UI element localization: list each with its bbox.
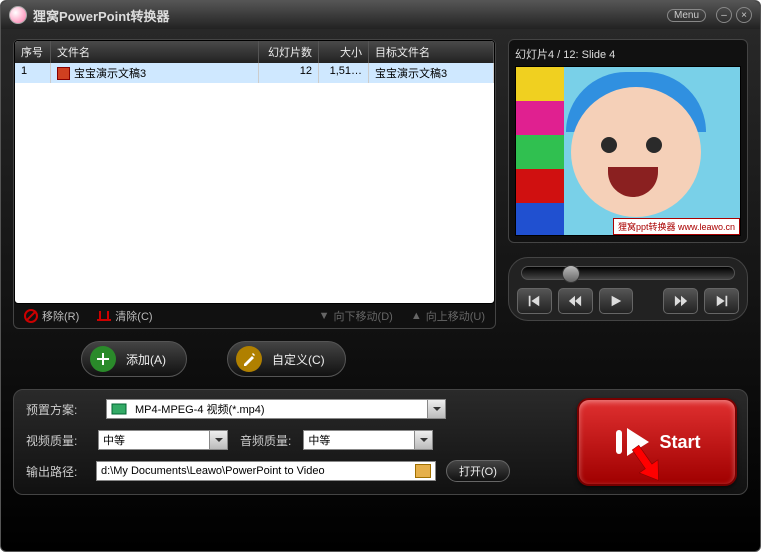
clear-icon [97, 311, 111, 321]
dropdown-icon[interactable] [414, 431, 432, 449]
open-button[interactable]: 打开(O) [446, 460, 510, 482]
cell-target: 宝宝演示文稿3 [369, 63, 494, 83]
settings-panel: 预置方案: MP4-MPEG-4 视频(*.mp4) 设置(S) 视频质量: 中… [13, 389, 748, 495]
move-down-button[interactable]: ▼ 向下移动(D) [319, 308, 393, 324]
file-list-panel: 序号 文件名 幻灯片数 大小 目标文件名 1 宝宝演示文稿3 12 1,51… … [13, 39, 496, 329]
cell-slides: 12 [259, 63, 319, 83]
remove-button[interactable]: 移除(R) [24, 308, 79, 324]
preview-image: 狸窝ppt转换器 www.leawo.cn [515, 66, 741, 236]
table-header: 序号 文件名 幻灯片数 大小 目标文件名 [15, 41, 494, 63]
cell-filename-text: 宝宝演示文稿3 [74, 65, 146, 81]
preview-label: 幻灯片4 / 12: Slide 4 [515, 46, 741, 66]
next-button[interactable] [663, 288, 698, 314]
profile-combo[interactable]: MP4-MPEG-4 视频(*.mp4) [106, 399, 446, 419]
video-quality-label: 视频质量: [26, 432, 86, 449]
col-slides[interactable]: 幻灯片数 [259, 41, 319, 63]
col-target[interactable]: 目标文件名 [369, 41, 494, 63]
start-button[interactable]: Start [577, 398, 737, 486]
prev-button[interactable] [558, 288, 593, 314]
cell-index: 1 [15, 63, 51, 83]
list-toolbar: 移除(R) 清除(C) ▼ 向下移动(D) ▲ 向上移动(U) [14, 304, 495, 328]
mp4-icon [111, 401, 127, 417]
profile-label: 预置方案: [26, 401, 96, 418]
output-path-value: d:\My Documents\Leawo\PowerPoint to Vide… [97, 465, 411, 477]
col-filename[interactable]: 文件名 [51, 41, 259, 63]
ppt-file-icon [57, 67, 70, 80]
dropdown-icon[interactable] [209, 431, 227, 449]
minimize-button[interactable]: – [716, 7, 732, 23]
table-row[interactable]: 1 宝宝演示文稿3 12 1,51… 宝宝演示文稿3 [15, 63, 494, 83]
titlebar: 狸窝PowerPoint转换器 Menu – × [1, 1, 760, 29]
video-quality-value: 中等 [99, 432, 209, 448]
preview-panel: 幻灯片4 / 12: Slide 4 狸窝ppt转换器 www.leawo.cn [508, 39, 748, 329]
add-icon [90, 346, 116, 372]
seek-thumb[interactable] [562, 265, 580, 283]
mid-buttons: 添加(A) 自定义(C) [1, 333, 760, 383]
player-controls [508, 257, 748, 321]
folder-icon[interactable] [415, 464, 431, 478]
profile-value: MP4-MPEG-4 视频(*.mp4) [131, 401, 427, 417]
app-logo-icon [9, 6, 27, 24]
custom-button[interactable]: 自定义(C) [227, 341, 346, 377]
app-title: 狸窝PowerPoint转换器 [33, 6, 170, 25]
menu-button[interactable]: Menu [667, 9, 706, 22]
custom-icon [236, 346, 262, 372]
first-button[interactable] [517, 288, 552, 314]
output-path-label: 输出路径: [26, 463, 86, 480]
watermark: 狸窝ppt转换器 www.leawo.cn [613, 218, 740, 235]
pointer-arrow-icon [627, 444, 697, 514]
arrow-up-icon: ▲ [411, 310, 422, 322]
seek-bar[interactable] [521, 266, 735, 280]
remove-icon [24, 309, 38, 323]
last-button[interactable] [704, 288, 739, 314]
col-index[interactable]: 序号 [15, 41, 51, 63]
audio-quality-label: 音频质量: [240, 432, 291, 449]
output-path-field[interactable]: d:\My Documents\Leawo\PowerPoint to Vide… [96, 461, 436, 481]
col-size[interactable]: 大小 [319, 41, 369, 63]
close-button[interactable]: × [736, 7, 752, 23]
preview-frame: 幻灯片4 / 12: Slide 4 狸窝ppt转换器 www.leawo.cn [508, 39, 748, 243]
app-window: 狸窝PowerPoint转换器 Menu – × 序号 文件名 幻灯片数 大小 … [0, 0, 761, 552]
move-up-button[interactable]: ▲ 向上移动(U) [411, 308, 485, 324]
audio-quality-value: 中等 [304, 432, 414, 448]
arrow-down-icon: ▼ [319, 310, 330, 322]
play-button[interactable] [599, 288, 634, 314]
file-table: 序号 文件名 幻灯片数 大小 目标文件名 1 宝宝演示文稿3 12 1,51… … [14, 40, 495, 304]
dropdown-icon[interactable] [427, 400, 445, 418]
clear-button[interactable]: 清除(C) [97, 308, 152, 324]
cell-size: 1,51… [319, 63, 369, 83]
video-quality-combo[interactable]: 中等 [98, 430, 228, 450]
add-button[interactable]: 添加(A) [81, 341, 187, 377]
audio-quality-combo[interactable]: 中等 [303, 430, 433, 450]
cell-filename: 宝宝演示文稿3 [51, 63, 259, 83]
